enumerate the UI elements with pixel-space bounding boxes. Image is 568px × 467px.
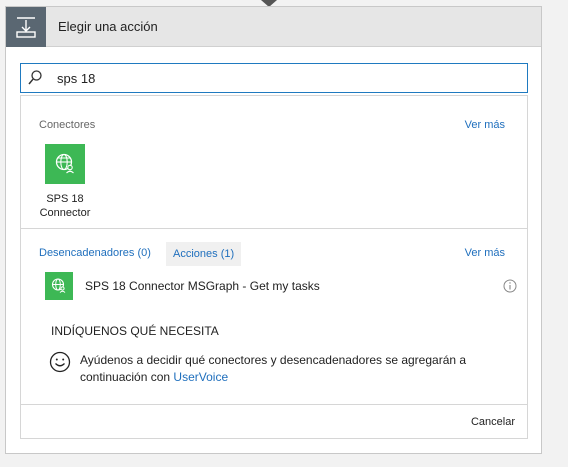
cancel-button[interactable]: Cancelar bbox=[471, 416, 515, 428]
footer-divider bbox=[21, 404, 527, 405]
feedback-text: Ayúdenos a decidir qué conectores y dese… bbox=[80, 353, 467, 384]
connectors-see-more-link[interactable]: Ver más bbox=[465, 119, 505, 131]
search-icon bbox=[27, 69, 43, 87]
search-value[interactable]: sps 18 bbox=[57, 71, 95, 86]
action-card: Elegir una acción sps 18 Conectores Ver … bbox=[5, 6, 542, 454]
info-icon[interactable] bbox=[503, 279, 517, 293]
tab-triggers[interactable]: Desencadenadores (0) bbox=[39, 247, 151, 259]
section-divider bbox=[21, 228, 527, 229]
action-label: SPS 18 Connector MSGraph - Get my tasks bbox=[85, 279, 320, 293]
globe-person-icon bbox=[45, 272, 73, 300]
action-item[interactable]: SPS 18 Connector MSGraph - Get my tasks bbox=[21, 272, 527, 302]
connector-tile-sps18[interactable] bbox=[45, 144, 85, 184]
feedback-heading: INDÍQUENOS QUÉ NECESITA bbox=[51, 324, 219, 338]
action-step-icon bbox=[6, 7, 46, 47]
smiley-icon bbox=[49, 351, 71, 373]
search-input[interactable]: sps 18 bbox=[20, 63, 528, 93]
results-panel: Conectores Ver más SPS 18 Connector Dese… bbox=[20, 95, 528, 439]
card-header[interactable]: Elegir una acción bbox=[6, 7, 541, 47]
globe-person-icon bbox=[55, 153, 74, 174]
card-title: Elegir una acción bbox=[58, 19, 158, 34]
connectors-label: Conectores bbox=[39, 119, 96, 131]
connector-name[interactable]: SPS 18 Connector bbox=[35, 192, 95, 220]
uservoice-link[interactable]: UserVoice bbox=[173, 370, 228, 384]
actions-see-more-link[interactable]: Ver más bbox=[465, 247, 505, 259]
tab-actions[interactable]: Acciones (1) bbox=[166, 242, 242, 266]
